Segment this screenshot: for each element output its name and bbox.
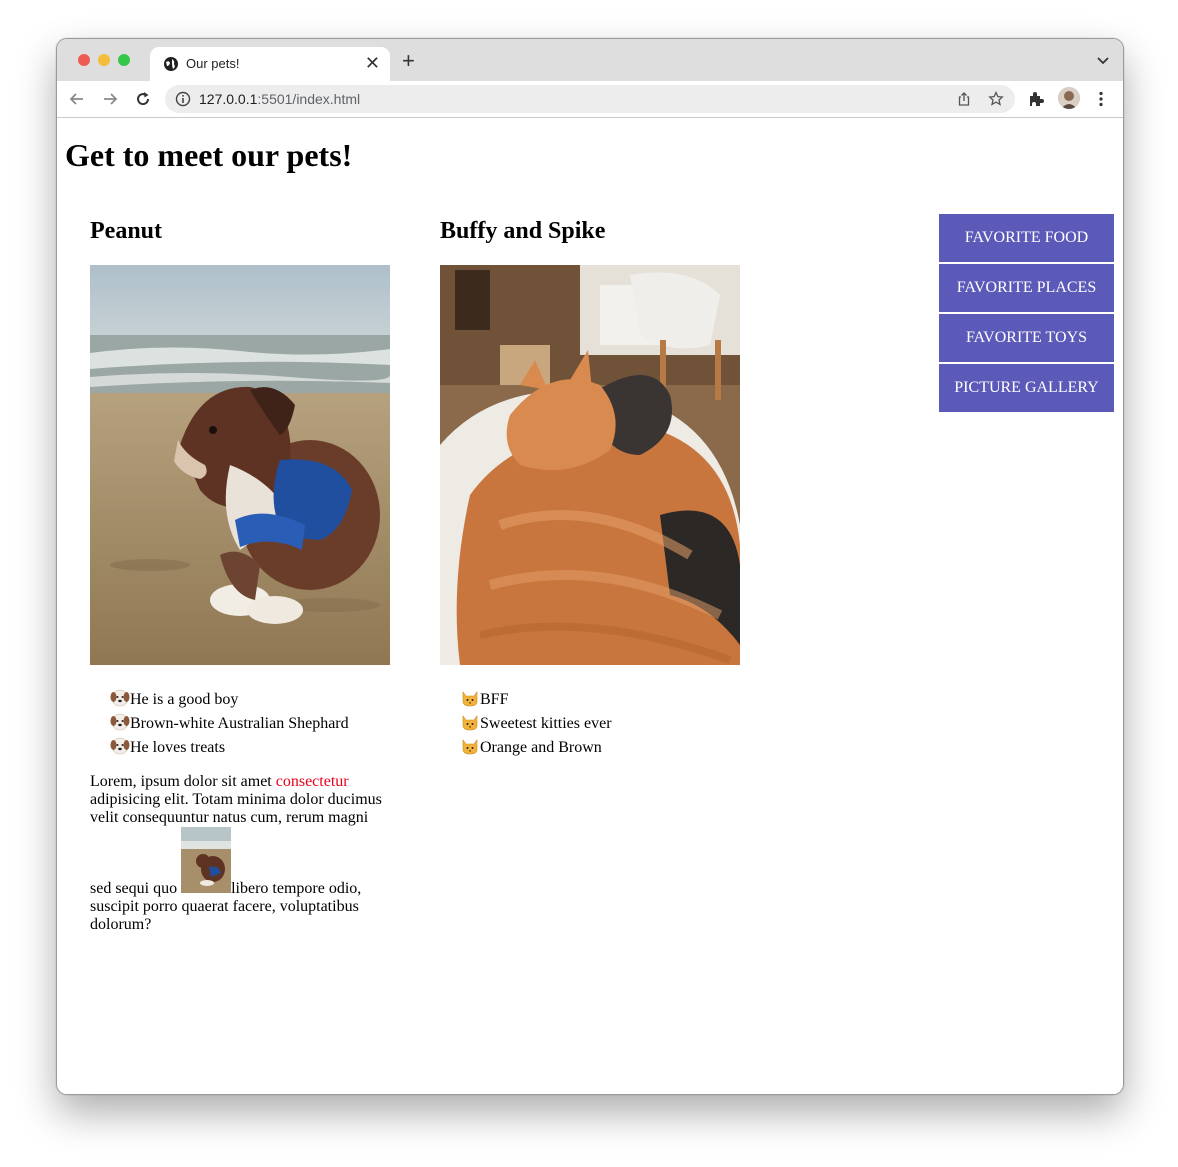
page-title: Get to meet our pets!: [65, 137, 353, 173]
lorem-paragraph: Lorem, ipsum dolor sit amet consectetur …: [90, 773, 390, 934]
list-item: Brown-white Australian Shephard: [110, 712, 349, 736]
fact-text: He is a good boy: [130, 691, 239, 708]
favorite-places-button[interactable]: FAVORITE PLACES: [939, 264, 1114, 312]
zoom-window-button[interactable]: [118, 54, 130, 66]
lorem-text-start: Lorem, ipsum dolor sit amet: [90, 773, 276, 790]
fact-text: He loves treats: [130, 739, 226, 756]
fact-text: BFF: [480, 691, 509, 708]
pet-name-peanut: Peanut: [90, 218, 162, 244]
url-host: 127.0.0.1: [199, 91, 258, 107]
tab-our-pets[interactable]: Our pets! ✕: [150, 47, 390, 81]
share-icon[interactable]: [956, 91, 972, 107]
list-item: Orange and Brown: [460, 736, 612, 760]
reload-icon[interactable]: [134, 90, 152, 108]
close-window-button[interactable]: [78, 54, 90, 66]
side-navigation: FAVORITE FOOD FAVORITE PLACES FAVORITE T…: [939, 214, 1114, 414]
picture-gallery-button[interactable]: PICTURE GALLERY: [939, 364, 1114, 412]
minimize-window-button[interactable]: [98, 54, 110, 66]
dog-icon: [110, 713, 130, 731]
list-item: He is a good boy: [110, 688, 349, 712]
favorite-food-button[interactable]: FAVORITE FOOD: [939, 214, 1114, 262]
tab-strip: Our pets! ✕ +: [57, 39, 1123, 81]
favorite-toys-button[interactable]: FAVORITE TOYS: [939, 314, 1114, 362]
extensions-icon[interactable]: [1027, 90, 1045, 108]
globe-icon: [164, 57, 178, 71]
url-path: :5501/index.html: [257, 91, 361, 107]
tab-title: Our pets!: [186, 56, 240, 71]
pet-name-buffy-and-spike: Buffy and Spike: [440, 218, 606, 244]
list-item: BFF: [460, 688, 612, 712]
peanut-photo: [90, 265, 390, 665]
new-tab-button[interactable]: +: [402, 50, 415, 72]
forward-icon[interactable]: [101, 90, 119, 108]
address-bar[interactable]: 127.0.0.1:5501/index.html: [165, 85, 1015, 113]
kebab-menu-icon[interactable]: [1092, 90, 1110, 108]
list-item: He loves treats: [110, 736, 349, 760]
dog-icon: [110, 737, 130, 755]
cat-icon: [460, 713, 480, 731]
star-icon[interactable]: [988, 91, 1004, 107]
peanut-facts-list: He is a good boy Brown-white Australian …: [110, 688, 349, 760]
cat-icon: [460, 737, 480, 755]
browser-window: Our pets! ✕ + 127.0.0.1:5501/index.html: [56, 38, 1124, 1095]
browser-toolbar: 127.0.0.1:5501/index.html: [57, 81, 1123, 118]
lorem-highlight: consectetur: [275, 773, 349, 790]
fact-text: Brown-white Australian Shephard: [130, 715, 349, 732]
profile-avatar[interactable]: [1058, 87, 1080, 109]
page-content: Get to meet our pets! Peanut He is a goo…: [57, 118, 1123, 1094]
list-item: Sweetest kitties ever: [460, 712, 612, 736]
buffy-and-spike-photo: [440, 265, 740, 665]
back-icon[interactable]: [68, 90, 86, 108]
fact-text: Orange and Brown: [480, 739, 602, 756]
chevron-down-icon[interactable]: [1097, 57, 1109, 65]
url-text: 127.0.0.1:5501/index.html: [199, 91, 360, 107]
dog-icon: [110, 689, 130, 707]
cat-icon: [460, 689, 480, 707]
buffy-and-spike-facts-list: BFF Sweetest kitties ever Orange and Bro…: [460, 688, 612, 760]
peanut-thumbnail: [181, 827, 232, 893]
close-tab-icon[interactable]: ✕: [365, 53, 380, 73]
info-icon[interactable]: [175, 91, 191, 107]
fact-text: Sweetest kitties ever: [480, 715, 612, 732]
